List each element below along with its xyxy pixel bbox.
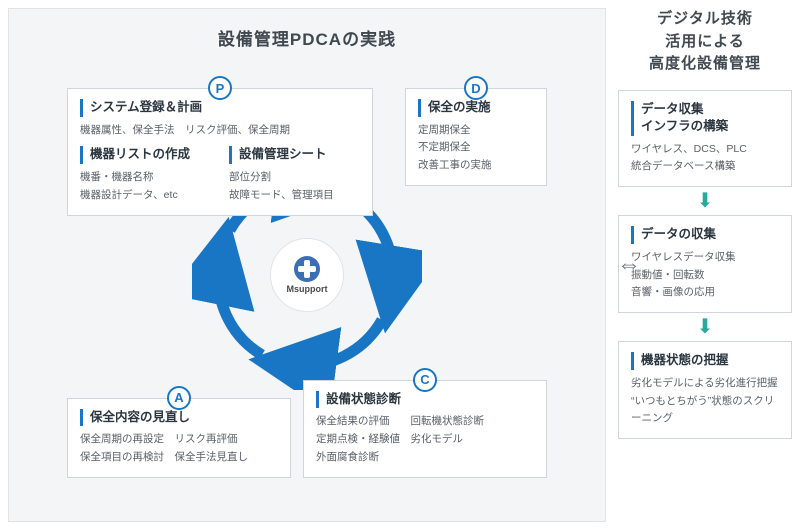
status-body: 劣化モデルによる劣化進行把握 “いつもとちがう”状態のスクリーニング <box>631 375 779 429</box>
msupport-icon <box>294 256 320 282</box>
d-heading: 保全の実施 <box>418 99 534 117</box>
digital-box-infra: データ収集 インフラの構築 ワイヤレス、DCS、PLC 統合データベース構築 <box>618 90 792 188</box>
pdca-box-plan: P システム登録＆計画 機器属性、保全手法 リスク評価、保全周期 機器リストの作… <box>67 88 373 216</box>
pdca-panel: 設備管理PDCAの実践 Msupport P システム登録＆計画 機器 <box>8 8 606 522</box>
digital-boxes: データ収集 インフラの構築 ワイヤレス、DCS、PLC 統合データベース構築 ⬇… <box>618 90 792 440</box>
p-col2-body: 部位分割 故障モード、管理項目 <box>229 169 360 205</box>
digital-box-status: 機器状態の把握 劣化モデルによる劣化進行把握 “いつもとちがう”状態のスクリーニ… <box>618 341 792 439</box>
badge-p: P <box>208 76 232 100</box>
pdca-cycle: Msupport P システム登録＆計画 機器属性、保全手法 リスク評価、保全周… <box>29 60 585 490</box>
down-arrow-icon: ⬇ <box>697 317 714 337</box>
msupport-logo-text: Msupport <box>287 284 328 294</box>
infra-body: ワイヤレス、DCS、PLC 統合データベース構築 <box>631 141 779 177</box>
a-body: 保全周期の再設定 リスク再評価 保全項目の再検討 保全手法見直し <box>80 431 278 467</box>
badge-d: D <box>464 76 488 100</box>
pdca-box-act: A 保全内容の見直し 保全周期の再設定 リスク再評価 保全項目の再検討 保全手法… <box>67 398 291 478</box>
digital-panel: デジタル技術 活用による 高度化設備管理 データ収集 インフラの構築 ワイヤレス… <box>618 8 792 522</box>
status-heading: 機器状態の把握 <box>631 352 779 370</box>
p-col1-body: 機番・機器名称 機器設計データ、etc <box>80 169 211 205</box>
pdca-title: 設備管理PDCAの実践 <box>29 25 585 50</box>
c-body: 保全結果の評価 回転機状態診断 定期点検・経験値 劣化モデル 外面腐食診断 <box>316 413 534 467</box>
msupport-logo: Msupport <box>270 238 344 312</box>
badge-a: A <box>167 386 191 410</box>
a-heading: 保全内容の見直し <box>80 409 278 427</box>
down-arrow-icon: ⬇ <box>697 191 714 211</box>
pdca-box-do: D 保全の実施 定周期保全 不定期保全 改善工事の実施 <box>405 88 547 186</box>
p-body-1: 機器属性、保全手法 リスク評価、保全周期 <box>80 122 360 140</box>
collect-body: ワイヤレスデータ収集 振動値・回転数 音響・画像の応用 <box>631 249 779 303</box>
infra-heading: データ収集 インフラの構築 <box>631 101 779 136</box>
p-heading-1: システム登録＆計画 <box>80 99 360 117</box>
pdca-box-check: C 設備状態診断 保全結果の評価 回転機状態診断 定期点検・経験値 劣化モデル … <box>303 380 547 478</box>
p-col1-heading: 機器リストの作成 <box>80 146 211 164</box>
badge-c: C <box>413 368 437 392</box>
digital-box-collect: データの収集 ワイヤレスデータ収集 振動値・回転数 音響・画像の応用 <box>618 215 792 313</box>
d-body: 定周期保全 不定期保全 改善工事の実施 <box>418 122 534 176</box>
p-col2-heading: 設備管理シート <box>229 146 360 164</box>
collect-heading: データの収集 <box>631 226 779 244</box>
connect-arrow-icon: ⇔ <box>617 251 641 279</box>
digital-title: デジタル技術 活用による 高度化設備管理 <box>618 8 792 76</box>
c-heading: 設備状態診断 <box>316 391 534 409</box>
